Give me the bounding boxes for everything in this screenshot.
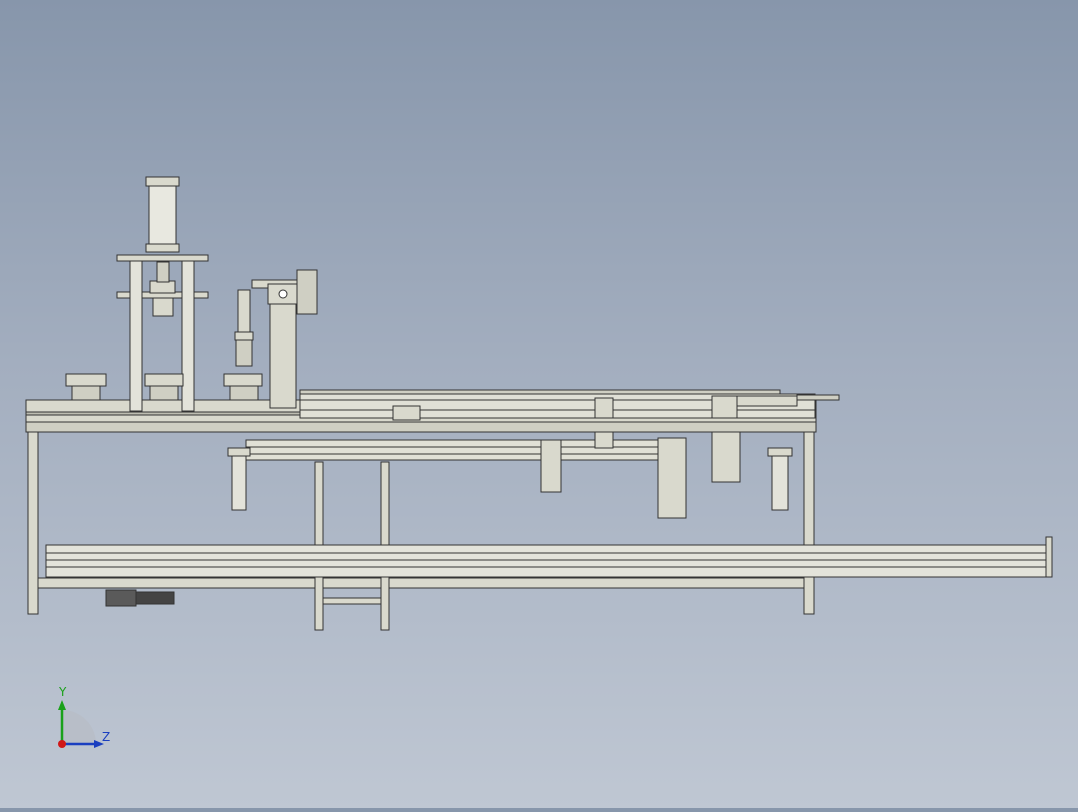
z-axis-label: Z	[102, 730, 111, 744]
machine-model	[25, 176, 1053, 631]
top-conveyor	[299, 389, 840, 421]
bottom-rail	[45, 536, 1053, 578]
y-axis-label: Y	[59, 685, 67, 699]
motor	[105, 589, 175, 607]
fixture-left	[65, 373, 263, 401]
cad-3d-viewport[interactable]	[0, 0, 1078, 808]
coordinate-triad: Y Z	[48, 684, 120, 756]
main-frame	[25, 399, 817, 615]
